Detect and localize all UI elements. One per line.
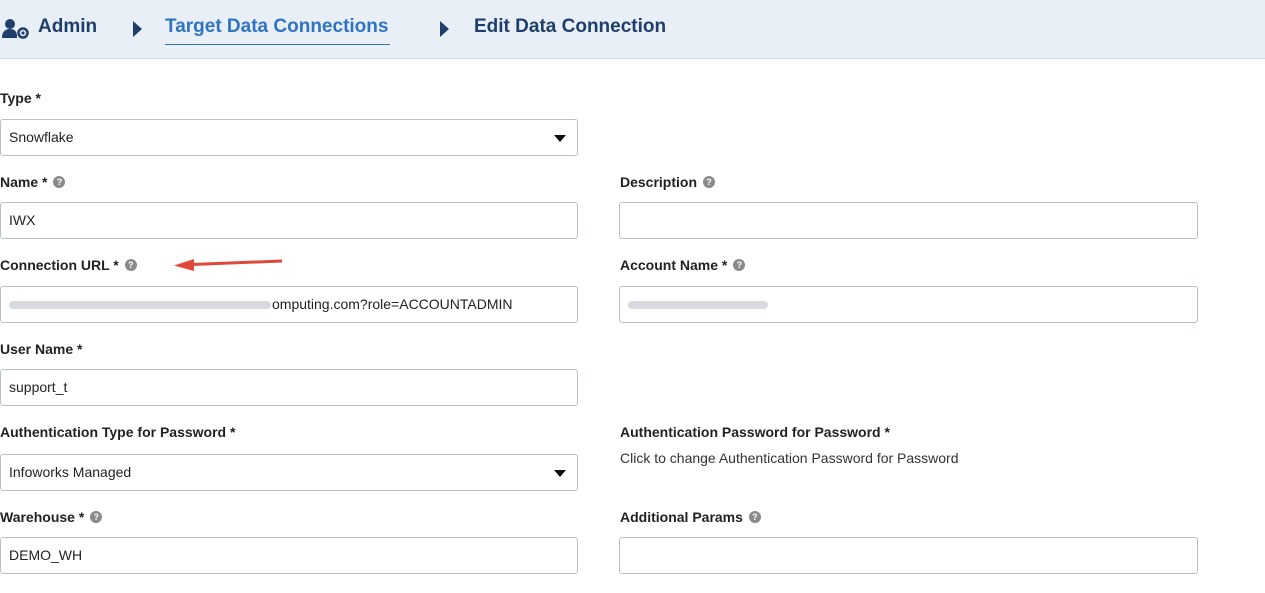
account-name-label-text: Account Name * — [620, 257, 728, 273]
connection-url-input[interactable]: omputing.com?role=ACCOUNTADMIN — [0, 286, 578, 323]
blurred-text — [9, 301, 271, 310]
annotation-arrow — [174, 259, 283, 271]
active-crumb-underline — [165, 44, 390, 45]
blurred-text — [628, 301, 768, 310]
user-name-input-value: support_t — [9, 379, 68, 395]
connection-url-label: Connection URL * ? — [0, 257, 137, 273]
user-name-label-text: User Name * — [0, 341, 83, 357]
additional-params-label-text: Additional Params — [620, 509, 743, 525]
additional-params-input[interactable] — [619, 537, 1198, 574]
description-input[interactable] — [619, 202, 1198, 239]
description-label-text: Description — [620, 174, 698, 190]
warehouse-input[interactable]: DEMO_WH — [0, 537, 578, 574]
additional-params-label: Additional Params ? — [620, 509, 761, 525]
chevron-down-icon — [554, 470, 566, 477]
type-select[interactable]: Snowflake — [0, 119, 578, 156]
connection-url-label-text: Connection URL * — [0, 257, 119, 273]
user-name-label: User Name * — [0, 341, 83, 357]
type-select-value: Snowflake — [9, 129, 74, 145]
name-input[interactable]: IWX — [0, 202, 578, 239]
help-icon[interactable]: ? — [748, 511, 761, 523]
breadcrumb-admin[interactable]: Admin — [38, 16, 97, 38]
breadcrumb-target-data-connections[interactable]: Target Data Connections — [165, 16, 388, 38]
auth-type-label: Authentication Type for Password * — [0, 424, 235, 440]
auth-type-select[interactable]: Infoworks Managed — [0, 454, 578, 491]
name-label: Name * ? — [0, 174, 66, 190]
help-icon[interactable]: ? — [90, 511, 103, 523]
breadcrumb: Admin Target Data Connections Edit Data … — [0, 0, 1265, 59]
help-icon[interactable]: ? — [53, 176, 66, 188]
breadcrumb-edit-data-connection: Edit Data Connection — [474, 16, 667, 37]
name-label-text: Name * — [0, 174, 48, 190]
warehouse-label: Warehouse * ? — [0, 509, 103, 525]
help-icon[interactable]: ? — [703, 176, 716, 188]
auth-password-label: Authentication Password for Password * — [620, 424, 890, 440]
user-name-input[interactable]: support_t — [0, 369, 578, 406]
account-name-input[interactable] — [619, 286, 1198, 323]
type-label: Type * — [0, 90, 41, 106]
auth-type-label-text: Authentication Type for Password * — [0, 424, 236, 440]
warehouse-input-value: DEMO_WH — [9, 547, 83, 563]
breadcrumb-separator-icon — [440, 21, 449, 37]
auth-password-label-text: Authentication Password for Password * — [620, 424, 890, 440]
help-icon[interactable]: ? — [733, 259, 746, 271]
description-label: Description ? — [620, 174, 716, 190]
account-name-label: Account Name * ? — [620, 257, 746, 273]
admin-users-icon — [2, 19, 29, 39]
warehouse-label-text: Warehouse * — [0, 509, 85, 525]
chevron-down-icon — [554, 135, 566, 142]
change-password-link[interactable]: Click to change Authentication Password … — [620, 450, 959, 466]
auth-type-select-value: Infoworks Managed — [9, 464, 132, 480]
type-label-text: Type * — [0, 90, 41, 106]
name-input-value: IWX — [9, 212, 36, 228]
help-icon[interactable]: ? — [124, 259, 137, 271]
connection-url-input-value: omputing.com?role=ACCOUNTADMIN — [272, 296, 513, 312]
breadcrumb-separator-icon — [133, 21, 142, 37]
